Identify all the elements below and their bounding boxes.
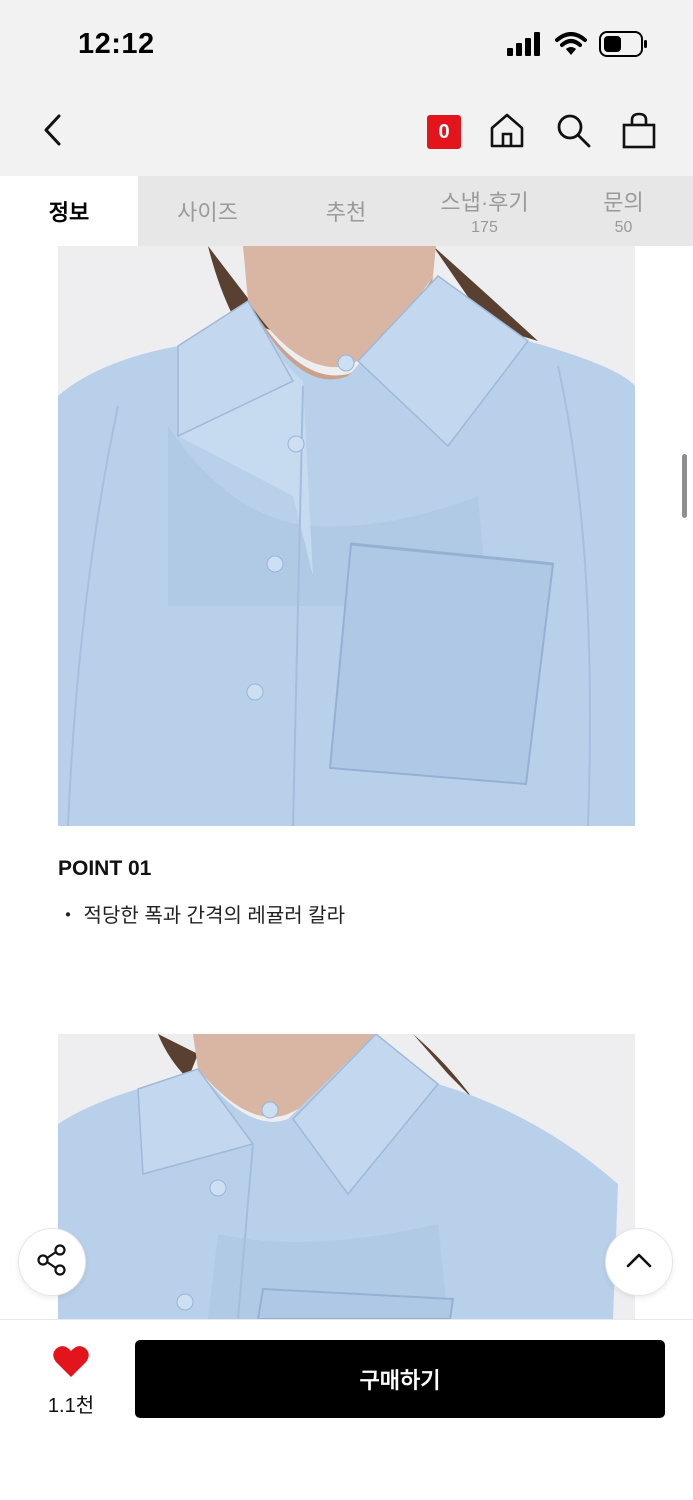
tab-snap-review[interactable]: 스냅·후기 175 [415, 176, 554, 246]
home-icon [488, 111, 526, 154]
battery-icon [599, 30, 649, 62]
tab-recommend-label: 추천 [325, 200, 367, 225]
signal-icon [507, 31, 543, 61]
bottom-purchase-bar: 1.1천 구매하기 [0, 1319, 693, 1500]
tab-inquiry[interactable]: 문의 50 [554, 176, 693, 246]
top-navigation: 0 [0, 92, 693, 176]
point-title: POINT 01 [58, 857, 152, 880]
tab-info[interactable]: 정보 [0, 176, 138, 246]
scroll-to-top-button[interactable] [605, 1228, 673, 1296]
product-detail-page: 12:12 0 정보 사이즈 추천 스냅·후기 175 문의 50 POINT … [0, 0, 693, 1500]
tab-size[interactable]: 사이즈 [138, 176, 277, 246]
share-button[interactable] [18, 1228, 86, 1296]
tab-snap-review-count: 175 [471, 219, 498, 236]
like-button[interactable]: 1.1천 [36, 1344, 106, 1418]
status-icons [507, 30, 649, 62]
status-bar: 12:12 [0, 0, 693, 92]
scroll-indicator[interactable] [682, 454, 687, 518]
chevron-left-icon [41, 113, 63, 152]
cart-count-badge[interactable]: 0 [427, 115, 461, 149]
status-time: 12:12 [78, 28, 155, 60]
product-image-front [58, 1034, 635, 1319]
product-image-collar [58, 246, 635, 826]
tab-recommend[interactable]: 추천 [277, 176, 415, 246]
buy-button[interactable]: 구매하기 [135, 1340, 665, 1418]
tab-inquiry-count: 50 [614, 219, 633, 236]
shopping-bag-button[interactable] [619, 112, 659, 152]
share-icon [35, 1243, 69, 1282]
point-description: ・ 적당한 폭과 간격의 레귤러 칼라 [58, 905, 345, 927]
search-button[interactable] [553, 112, 593, 152]
shopping-bag-icon [621, 111, 657, 154]
like-count: 1.1천 [47, 1395, 95, 1417]
tab-snap-review-label: 스냅·후기 [440, 190, 529, 215]
product-tabs: 정보 사이즈 추천 스냅·후기 175 문의 50 [0, 176, 693, 246]
tab-info-label: 정보 [48, 200, 90, 225]
tab-inquiry-label: 문의 [603, 190, 644, 215]
home-button[interactable] [487, 112, 527, 152]
heart-icon [52, 1344, 90, 1383]
chevron-up-icon [625, 1251, 653, 1274]
wifi-icon [555, 31, 587, 61]
nav-actions: 0 [427, 108, 659, 156]
tab-size-label: 사이즈 [177, 200, 238, 225]
search-icon [554, 111, 592, 154]
back-button[interactable] [32, 110, 72, 154]
